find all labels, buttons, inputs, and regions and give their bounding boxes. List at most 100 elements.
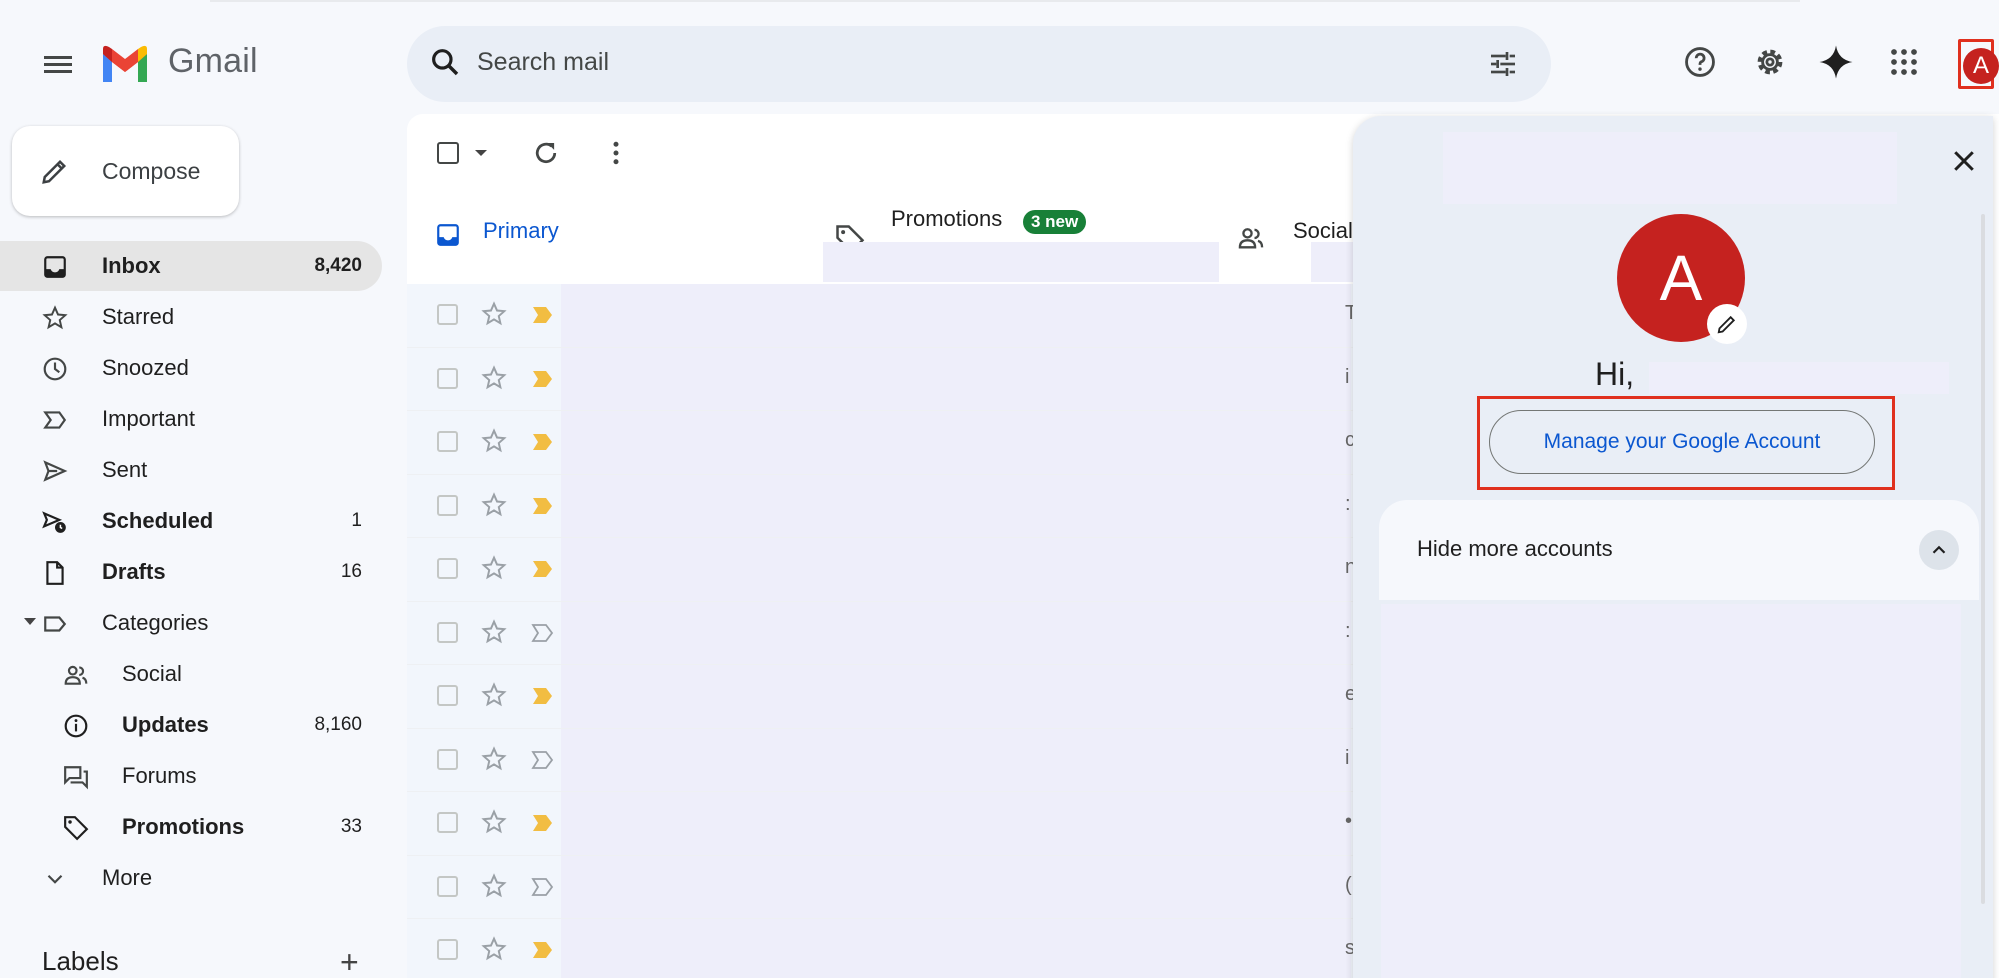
star-icon[interactable] [481, 682, 507, 713]
unread-count: 33 [340, 816, 362, 837]
expand-arrow-icon[interactable] [24, 618, 36, 625]
table-row[interactable]: c [407, 411, 1407, 475]
table-row[interactable]: : [407, 474, 1407, 538]
close-icon[interactable] [1949, 146, 1979, 181]
add-label-button[interactable]: + [340, 944, 359, 978]
important-icon [42, 407, 68, 433]
tab-primary[interactable]: Primary [419, 194, 799, 290]
table-row[interactable]: ( [407, 855, 1407, 919]
star-icon[interactable] [481, 555, 507, 586]
select-all-checkbox[interactable] [437, 142, 459, 164]
sidebar-item-label: Drafts [102, 559, 166, 584]
sidebar-item-updates[interactable]: Updates 8,160 [0, 700, 382, 750]
row-checkbox[interactable] [437, 431, 458, 452]
search-input[interactable]: Search mail [477, 48, 609, 77]
important-marker-icon[interactable] [531, 431, 555, 458]
star-icon[interactable] [481, 301, 507, 332]
redacted-name [1649, 362, 1949, 394]
scrollbar[interactable] [1981, 214, 1985, 904]
sidebar-item-social[interactable]: Social [0, 649, 382, 699]
sidebar-item-inbox[interactable]: Inbox 8,420 [0, 241, 382, 291]
chevron-up-icon[interactable] [1919, 530, 1959, 570]
table-row[interactable]: n [407, 538, 1407, 602]
sidebar-item-snoozed[interactable]: Snoozed [0, 343, 382, 393]
table-row[interactable]: e [407, 665, 1407, 729]
star-icon[interactable] [481, 872, 507, 904]
greeting-text: Hi, [1595, 356, 1635, 392]
gear-icon[interactable] [1748, 40, 1792, 84]
star-icon[interactable] [481, 618, 507, 650]
gmail-logo-icon[interactable] [100, 44, 150, 84]
sidebar-item-categories[interactable]: Categories [0, 598, 382, 648]
important-marker-icon[interactable] [531, 749, 555, 776]
sidebar-item-starred[interactable]: Starred [0, 292, 382, 342]
main-menu-icon[interactable] [38, 52, 78, 76]
star-icon[interactable] [481, 364, 507, 396]
chevron-down-icon [42, 866, 68, 892]
sidebar-item-forums[interactable]: Forums [0, 751, 382, 801]
important-marker-icon[interactable] [531, 304, 555, 331]
row-checkbox[interactable] [437, 685, 458, 706]
important-marker-icon[interactable] [531, 622, 555, 649]
scheduled-icon [42, 509, 68, 535]
row-checkbox[interactable] [437, 875, 458, 897]
important-marker-icon[interactable] [531, 558, 555, 585]
refresh-icon[interactable] [531, 138, 561, 173]
row-checkbox[interactable] [437, 304, 458, 325]
sidebar-item-sent[interactable]: Sent [0, 445, 382, 495]
table-row[interactable]: i [407, 728, 1407, 792]
row-checkbox[interactable] [437, 367, 458, 389]
star-icon[interactable] [481, 809, 507, 840]
row-checkbox[interactable] [437, 812, 458, 833]
important-marker-icon[interactable] [531, 495, 555, 522]
important-marker-icon[interactable] [531, 368, 555, 395]
star-icon[interactable] [481, 745, 507, 777]
row-checkbox[interactable] [437, 558, 458, 579]
unread-count: 8,160 [314, 714, 362, 735]
search-options-icon[interactable] [1487, 48, 1519, 85]
redacted-area [561, 728, 1351, 791]
send-icon [42, 458, 68, 484]
more-vert-icon[interactable] [601, 138, 631, 173]
sidebar-item-label: Inbox [102, 253, 161, 278]
search-icon[interactable] [429, 46, 461, 83]
people-icon [1237, 224, 1265, 257]
help-icon[interactable] [1678, 40, 1722, 84]
row-checkbox[interactable] [437, 494, 458, 516]
app-title[interactable]: Gmail [168, 42, 258, 81]
star-icon[interactable] [481, 936, 507, 967]
info-icon [63, 713, 89, 739]
table-row[interactable]: : [407, 601, 1407, 665]
important-marker-icon[interactable] [531, 812, 555, 839]
row-checkbox[interactable] [437, 939, 458, 960]
important-marker-icon[interactable] [531, 939, 555, 966]
star-icon[interactable] [481, 428, 507, 459]
sidebar-item-scheduled[interactable]: Scheduled 1 [0, 496, 382, 546]
star-icon[interactable] [481, 491, 507, 523]
tab-label: Social [1293, 218, 1353, 243]
sidebar-item-promotions[interactable]: Promotions 33 [0, 802, 382, 852]
important-marker-icon[interactable] [531, 685, 555, 712]
table-row[interactable]: i [407, 347, 1407, 411]
row-checkbox[interactable] [437, 621, 458, 643]
manage-account-button[interactable]: Manage your Google Account [1489, 410, 1875, 474]
table-row[interactable]: T [407, 284, 1407, 348]
apps-grid-icon[interactable] [1882, 40, 1926, 84]
sidebar-item-label: Snoozed [102, 355, 189, 380]
important-marker-icon[interactable] [531, 876, 555, 903]
select-dropdown-icon[interactable] [475, 150, 487, 156]
avatar[interactable]: A [1963, 48, 1999, 84]
account-avatar-button[interactable]: A [1958, 39, 1999, 89]
sidebar-item-drafts[interactable]: Drafts 16 [0, 547, 382, 597]
sparkle-icon[interactable] [1814, 40, 1858, 84]
row-text-fragment: i [1345, 746, 1350, 769]
sidebar-item-important[interactable]: Important [0, 394, 382, 444]
table-row[interactable]: • [407, 792, 1407, 856]
edit-photo-icon[interactable] [1707, 304, 1747, 344]
hide-more-accounts-toggle[interactable]: Hide more accounts [1379, 500, 1979, 600]
search-bar[interactable]: Search mail [407, 26, 1551, 102]
sidebar-item-more[interactable]: More [0, 853, 382, 903]
table-row[interactable]: s [407, 919, 1407, 978]
row-checkbox[interactable] [437, 748, 458, 770]
compose-button[interactable]: Compose [12, 126, 239, 216]
